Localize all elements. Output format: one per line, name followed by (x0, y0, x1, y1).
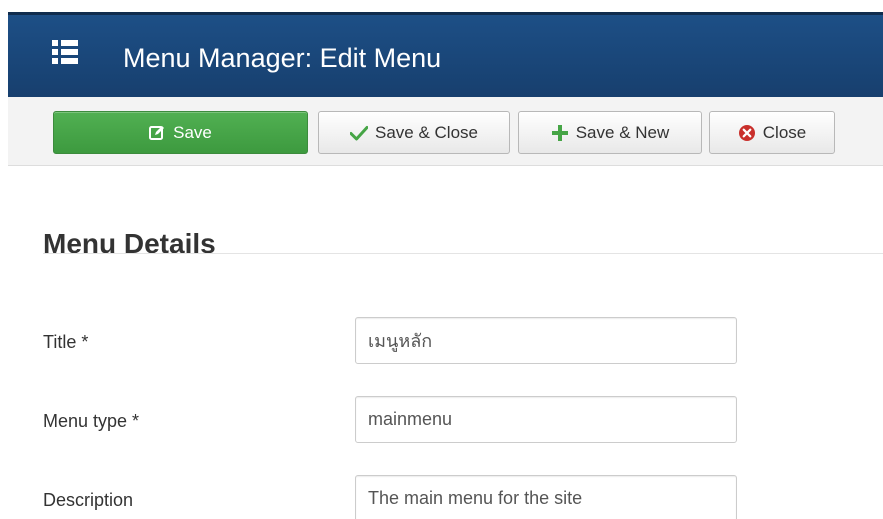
save-new-button[interactable]: Save & New (518, 111, 702, 154)
menu-manager-edit-page: Menu Manager: Edit Menu Save Save & Clos… (0, 0, 883, 519)
close-button-label: Close (762, 122, 807, 142)
save-button[interactable]: Save (53, 111, 308, 154)
check-icon (350, 125, 368, 141)
title-input[interactable] (355, 317, 737, 364)
list-icon (52, 39, 78, 65)
description-label: Description (43, 490, 134, 510)
title-field-row: Title * (43, 317, 883, 367)
plus-icon (551, 124, 569, 142)
section-divider (43, 253, 883, 254)
page-title: Menu Manager: Edit Menu (123, 43, 442, 73)
edit-icon (149, 124, 166, 141)
page-header: Menu Manager: Edit Menu (8, 12, 883, 97)
menu-type-field-row: Menu type * (43, 396, 883, 446)
description-input[interactable] (355, 475, 737, 519)
menu-type-label: Menu type * (43, 411, 140, 431)
save-close-button[interactable]: Save & Close (318, 111, 510, 154)
section-title: Menu Details (43, 228, 216, 260)
save-close-button-label: Save & Close (375, 122, 478, 142)
top-strip (0, 0, 883, 12)
description-field-row: Description (43, 475, 883, 519)
close-circle-icon (738, 124, 756, 142)
close-button[interactable]: Close (709, 111, 835, 154)
save-button-label: Save (173, 122, 212, 142)
save-new-button-label: Save & New (575, 122, 670, 142)
menu-type-input[interactable] (355, 396, 737, 443)
title-label: Title * (43, 332, 89, 352)
toolbar: Save Save & Close Save & New Close (8, 97, 883, 166)
